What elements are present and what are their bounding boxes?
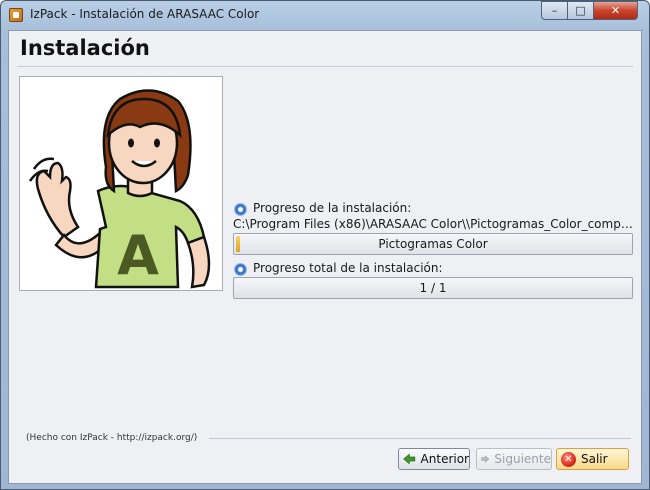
exit-label: Salir — [581, 452, 608, 466]
current-progress-label: Progreso de la instalación: — [253, 201, 412, 215]
total-progress-label: Progreso total de la instalación: — [253, 261, 443, 275]
current-file-path: C:\Program Files (x86)\ARASAAC Color\\Pi… — [233, 217, 633, 231]
izpack-credit: (Hecho con IzPack - http://izpack.org/) — [26, 433, 198, 443]
title-divider — [17, 66, 633, 67]
next-label: Siguiente — [494, 452, 551, 466]
exit-button[interactable]: ✕ Salir — [556, 448, 629, 470]
current-progress-bar: Pictogramas Color — [233, 233, 633, 255]
maximize-button[interactable]: □ — [567, 1, 594, 20]
arrow-right-icon — [481, 455, 490, 463]
previous-button[interactable]: Anterior — [398, 448, 470, 470]
x-icon: ✕ — [561, 451, 576, 467]
pictogram-image: A — [19, 76, 223, 291]
current-progress-text: Pictogramas Color — [378, 237, 488, 251]
footer-divider — [209, 438, 631, 439]
waving-girl-pictogram: A — [28, 89, 211, 289]
shirt-letter: A — [117, 224, 159, 287]
close-button[interactable]: ✕ — [593, 1, 638, 20]
client-area: Instalación A Progreso de la instalación… — [8, 30, 642, 484]
minimize-button[interactable]: – — [541, 1, 568, 20]
app-icon — [9, 8, 23, 22]
total-progress-text: 1 / 1 — [419, 281, 447, 295]
previous-label: Anterior — [420, 452, 469, 466]
title-bar[interactable]: IzPack - Instalación de ARASAAC Color – … — [1, 1, 649, 29]
page-title: Instalación — [20, 36, 150, 60]
gear-icon — [234, 263, 247, 276]
installer-window: IzPack - Instalación de ARASAAC Color – … — [0, 0, 650, 490]
gear-icon — [234, 203, 247, 216]
arrow-left-icon — [403, 453, 416, 465]
total-progress-bar: 1 / 1 — [233, 277, 633, 299]
window-title: IzPack - Instalación de ARASAAC Color — [30, 7, 260, 21]
next-button[interactable]: Siguiente — [476, 448, 552, 470]
